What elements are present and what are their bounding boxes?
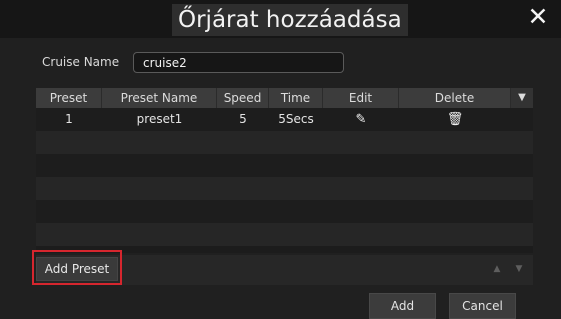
add-cruise-dialog: Őrjárat hozzáadása ✕ Cruise Name Preset … [0, 0, 561, 319]
empty-row [36, 223, 533, 246]
cruise-name-input[interactable] [133, 52, 344, 73]
column-header-speed: Speed [217, 88, 269, 108]
arrow-down-icon[interactable]: ▼ [513, 263, 525, 275]
cell-preset-name: preset1 [136, 112, 183, 126]
empty-row [36, 131, 533, 154]
column-header-preset: Preset [36, 88, 102, 108]
add-preset-button[interactable]: Add Preset [36, 257, 118, 281]
cell-preset: 1 [65, 112, 73, 126]
table-body: 1 preset1 5 5Secs ✎ 🗑 [36, 108, 533, 246]
chevron-down-icon[interactable]: ▼ [511, 88, 533, 108]
pencil-icon[interactable]: ✎ [356, 108, 367, 131]
title-bar: Őrjárat hozzáadása ✕ [0, 0, 561, 38]
column-header-delete: Delete [399, 88, 511, 108]
empty-row [36, 177, 533, 200]
table-header: Preset Preset Name Speed Time Edit Delet… [36, 88, 533, 108]
column-header-time: Time [269, 88, 323, 108]
add-button[interactable]: Add [369, 293, 436, 319]
column-header-edit: Edit [323, 88, 399, 108]
cell-edit: ✎ [323, 108, 399, 131]
cell-time: 5Secs [278, 112, 314, 126]
cancel-button[interactable]: Cancel [449, 293, 516, 319]
empty-row [36, 200, 533, 223]
trash-icon[interactable]: 🗑 [447, 108, 464, 131]
cruise-name-label: Cruise Name [42, 55, 120, 69]
column-header-preset-name: Preset Name [102, 88, 217, 108]
cell-delete: 🗑 [399, 108, 511, 131]
arrow-up-icon[interactable]: ▲ [491, 263, 503, 275]
empty-row [36, 154, 533, 177]
cell-speed: 5 [239, 112, 247, 126]
close-icon[interactable]: ✕ [525, 2, 551, 32]
dialog-title: Őrjárat hozzáadása [172, 4, 408, 36]
preset-table: Preset Preset Name Speed Time Edit Delet… [36, 88, 533, 253]
table-row[interactable]: 1 preset1 5 5Secs ✎ 🗑 [36, 108, 533, 131]
